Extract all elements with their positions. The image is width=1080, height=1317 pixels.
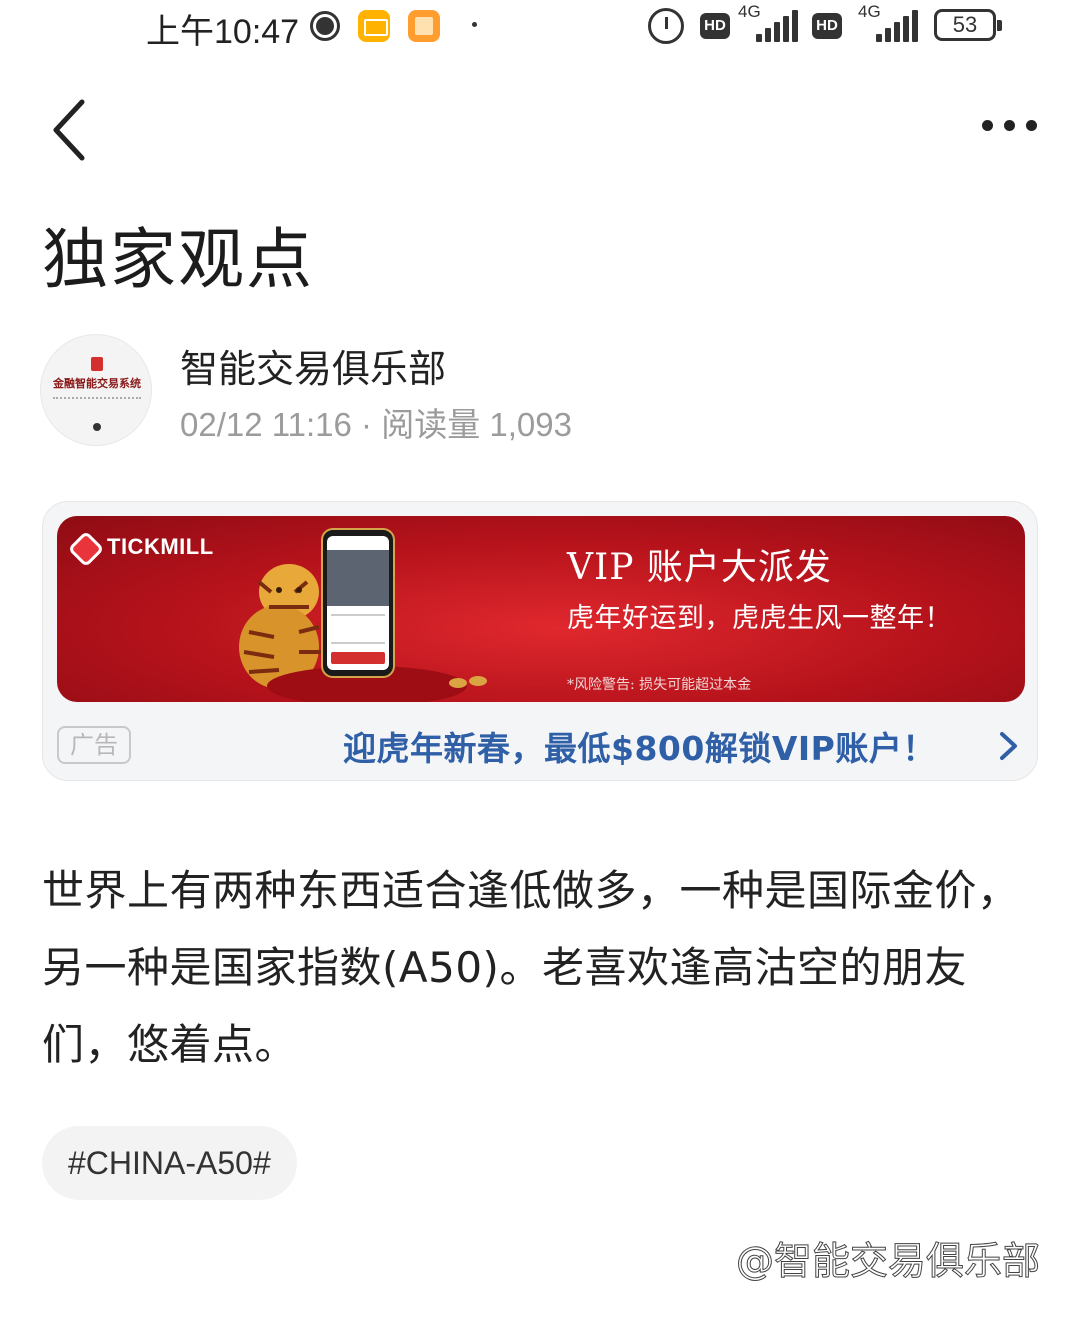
coin-decoration — [449, 678, 467, 688]
phone-mockup — [321, 528, 395, 678]
ad-headline: VIP 账户大派发 — [567, 547, 832, 588]
hashtag-chip[interactable]: #CHINA-A50# — [42, 1126, 297, 1200]
phone-screen — [327, 536, 389, 670]
clock-app-icon — [310, 11, 340, 41]
article-body: 世界上有两种东西适合逢低做多，一种是国际金价，另一种是国家指数(A50)。老喜欢… — [42, 866, 1020, 1069]
page-title: 独家观点 — [42, 221, 314, 298]
watermark-text: @智能交易俱乐部 — [735, 1239, 1041, 1284]
ad-risk-warning: *风险警告: 损失可能超过本金 — [567, 677, 752, 693]
avatar-text: 金融智能交易系统 — [53, 377, 141, 390]
avatar-dot-icon — [93, 423, 101, 431]
signal-strength-icon-2 — [876, 10, 920, 42]
post-meta: 02/12 11:16 · 阅读量 1,093 — [180, 406, 572, 443]
avatar-divider — [53, 397, 141, 400]
hd-volte-icon: HD — [700, 13, 730, 39]
hd-volte-icon-2: HD — [812, 13, 842, 39]
avatar-logo-icon — [91, 357, 103, 371]
back-button[interactable] — [44, 92, 104, 168]
ad-cta-link[interactable]: 迎虎年新春，最低$800解锁VIP账户！ — [343, 722, 936, 770]
more-notifications-dot-icon — [472, 22, 477, 27]
ad-brand-name: TICKMILL — [107, 534, 214, 559]
author-avatar[interactable]: 金融智能交易系统 — [40, 334, 152, 446]
ad-banner[interactable]: TICKMILL VIP 账户大派发 虎年好运到，虎虎生风一整年！ *风险警告:… — [57, 516, 1025, 702]
status-bar: 上午10:47 HD 4G HD 4G 53 — [0, 0, 1080, 56]
ad-card[interactable]: TICKMILL VIP 账户大派发 虎年好运到，虎虎生风一整年！ *风险警告:… — [42, 501, 1038, 781]
tickmill-logo-icon — [67, 530, 105, 568]
notes-notification-icon — [408, 10, 440, 42]
more-options-button[interactable] — [974, 104, 1046, 148]
alarm-icon — [648, 8, 684, 44]
chevron-right-icon[interactable] — [993, 728, 1023, 764]
author-name[interactable]: 智能交易俱乐部 — [180, 338, 446, 393]
battery-icon: 53 — [934, 9, 1002, 41]
coin-decoration-2 — [469, 676, 487, 686]
status-time: 上午10:47 — [146, 13, 300, 51]
ad-subline: 虎年好运到，虎虎生风一整年！ — [567, 603, 952, 634]
battery-level: 53 — [952, 12, 978, 37]
ad-label-badge: 广告 — [57, 726, 131, 764]
mail-notification-icon — [358, 10, 390, 42]
chevron-left-icon — [53, 99, 85, 161]
signal-strength-icon — [756, 10, 800, 42]
